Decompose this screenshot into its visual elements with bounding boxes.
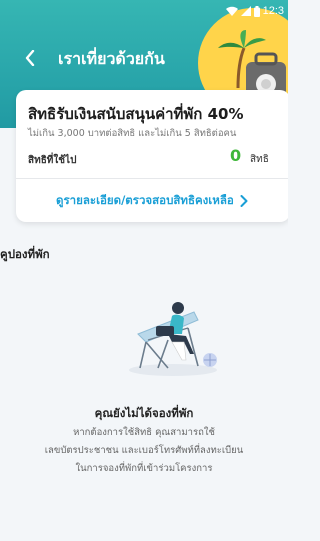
status-time: 12:3 bbox=[262, 5, 284, 17]
used-rights-unit: สิทธิ bbox=[250, 154, 269, 165]
wifi-icon bbox=[225, 6, 238, 16]
screen: 12:3 เราเที่ยวด้วยกัน สิทธิรับเงินสนับสน… bbox=[0, 0, 288, 541]
empty-state-title: คุณยังไม่ได้จองที่พัก bbox=[94, 406, 194, 420]
empty-state-desc-line1: หากต้องการใช้สิทธิ คุณสามารถใช้ bbox=[73, 427, 215, 438]
card-subtitle: ไม่เกิน 3,000 บาทต่อสิทธิ และไม่เกิน 5 ส… bbox=[28, 128, 237, 139]
page-title: เราเที่ยวด้วยกัน bbox=[58, 49, 165, 68]
status-bar: 12:3 bbox=[225, 0, 288, 22]
back-arrow-icon bbox=[25, 50, 35, 66]
card-divider bbox=[16, 178, 288, 179]
card-title: สิทธิรับเงินสนับสนุนค่าที่พัก 40% bbox=[28, 105, 244, 123]
battery-icon bbox=[253, 5, 260, 17]
used-rights-value: 0 bbox=[230, 146, 242, 165]
used-rights-label: สิทธิที่ใช้ไป bbox=[28, 155, 77, 166]
empty-state-desc-line2: เลขบัตรประชาชน และเบอร์โทรศัพท์ที่ลงทะเบ… bbox=[44, 445, 244, 456]
back-button[interactable] bbox=[20, 46, 40, 70]
detail-link-label: ดูรายละเอียด/ตรวจสอบสิทธิคงเหลือ bbox=[56, 193, 234, 207]
coupons-section-title: คูปองที่พัก bbox=[0, 247, 50, 261]
beach-chair-illustration bbox=[129, 302, 217, 376]
signal-icon bbox=[240, 6, 251, 16]
chevron-right-icon bbox=[240, 195, 248, 207]
empty-state-desc-line3: ในการจองที่พักที่เข้าร่วมโครงการ bbox=[75, 463, 213, 474]
detail-link[interactable]: ดูรายละเอียด/ตรวจสอบสิทธิคงเหลือ bbox=[56, 192, 248, 210]
entitlement-card: สิทธิรับเงินสนับสนุนค่าที่พัก 40% ไม่เกิ… bbox=[16, 90, 288, 222]
